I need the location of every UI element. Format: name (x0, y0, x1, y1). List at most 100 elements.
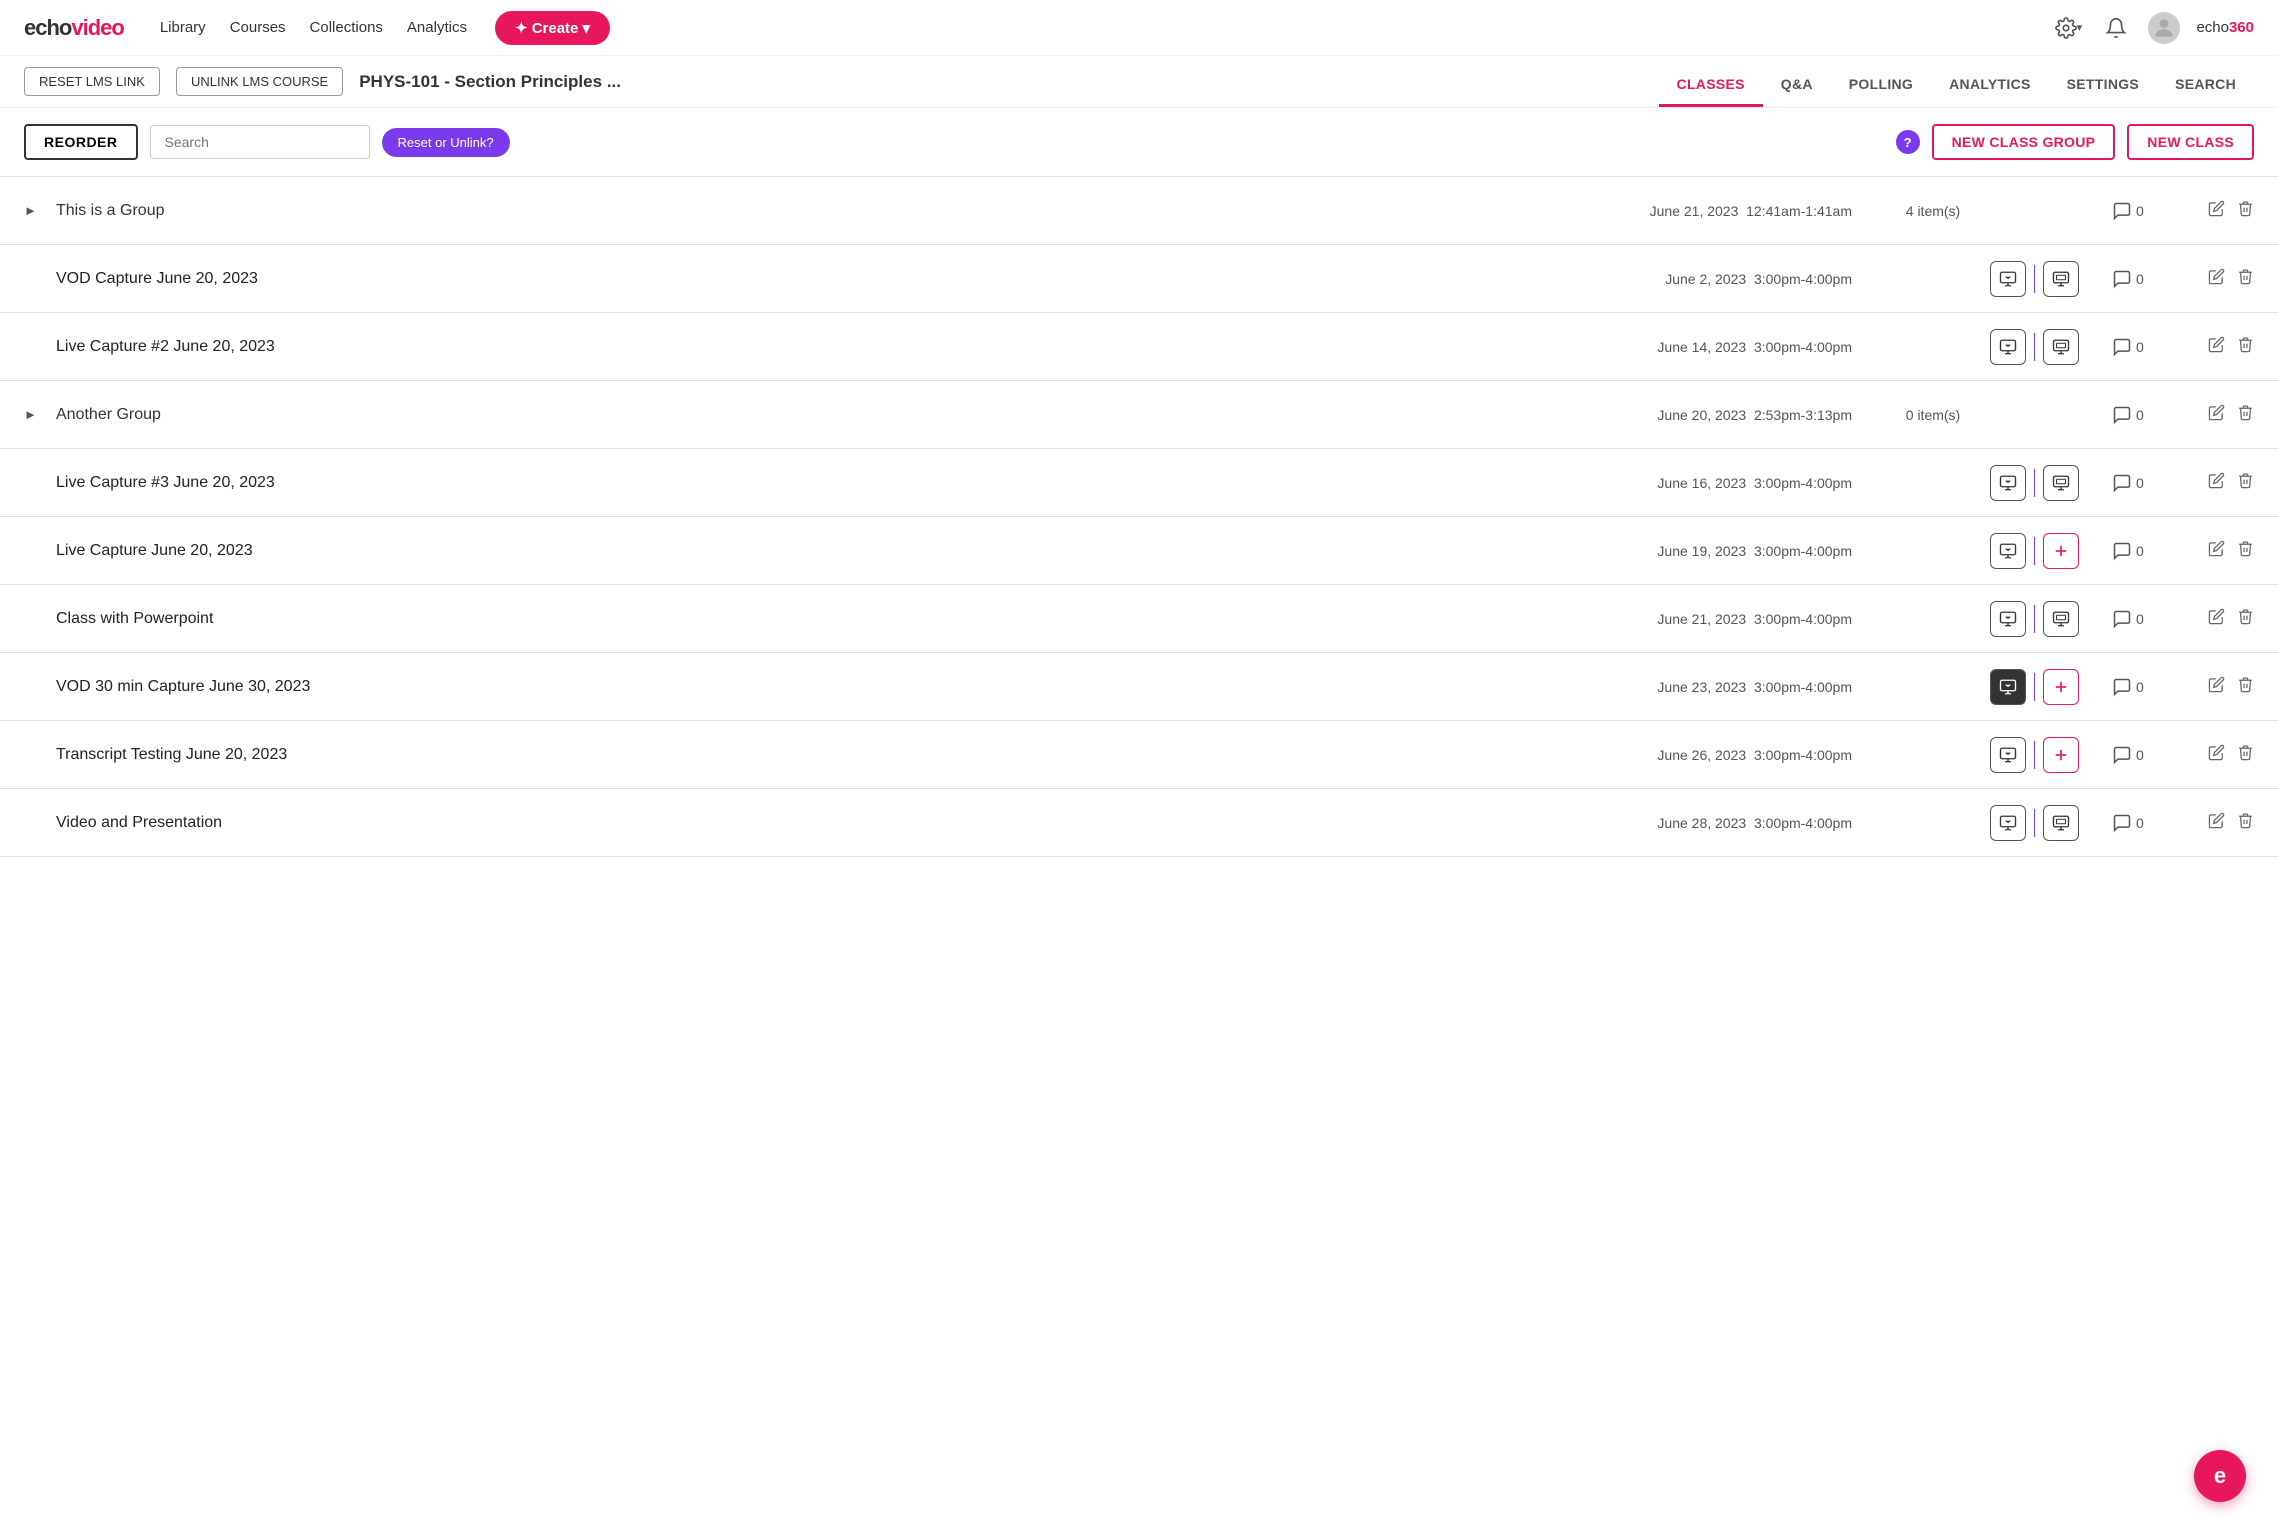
plus-icon[interactable] (2043, 737, 2079, 773)
comment-count[interactable]: 0 (2112, 337, 2172, 357)
echo-brand: echo360 (2196, 19, 2254, 36)
reorder-button[interactable]: REORDER (24, 124, 138, 160)
class-icons (1990, 329, 2100, 365)
edit-icon[interactable] (2208, 472, 2225, 494)
new-class-button[interactable]: NEW CLASS (2127, 124, 2254, 160)
delete-icon[interactable] (2237, 744, 2254, 766)
edit-icon[interactable] (2208, 540, 2225, 562)
tab-classes[interactable]: CLASSES (1659, 62, 1763, 107)
edit-icon[interactable] (2208, 608, 2225, 630)
reset-lms-button[interactable]: RESET LMS LINK (24, 67, 160, 96)
tab-analytics[interactable]: ANALYTICS (1931, 62, 2049, 107)
capture-icon[interactable] (1990, 805, 2026, 841)
icon-separator (2034, 809, 2035, 837)
nav-analytics[interactable]: Analytics (407, 19, 467, 36)
edit-icon[interactable] (2208, 676, 2225, 698)
class-row: ► Live Capture #3 June 20, 2023 June 16,… (0, 449, 2278, 517)
plus-icon[interactable] (2043, 669, 2079, 705)
comment-count[interactable]: 0 (2112, 609, 2172, 629)
nav-library[interactable]: Library (160, 19, 206, 36)
tab-qa[interactable]: Q&A (1763, 62, 1831, 107)
edit-icon[interactable] (2208, 404, 2225, 426)
class-row: ► VOD 30 min Capture June 30, 2023 June … (0, 653, 2278, 721)
capture-icon[interactable] (1990, 601, 2026, 637)
logo-video: video (71, 15, 123, 40)
delete-icon[interactable] (2237, 540, 2254, 562)
capture-icon[interactable] (1990, 669, 2026, 705)
delete-icon[interactable] (2237, 812, 2254, 834)
nav-courses[interactable]: Courses (230, 19, 286, 36)
delete-icon[interactable] (2237, 676, 2254, 698)
class-name: Transcript Testing June 20, 2023 (56, 746, 1634, 764)
class-name[interactable]: Another Group (56, 406, 1634, 424)
comment-count[interactable]: 0 (2112, 745, 2172, 765)
help-icon[interactable]: ? (1896, 130, 1920, 154)
delete-icon[interactable] (2237, 404, 2254, 426)
logo: echovideo (24, 15, 124, 41)
comment-number: 0 (2136, 407, 2144, 423)
screen-icon[interactable] (2043, 601, 2079, 637)
screen-icon[interactable] (2043, 465, 2079, 501)
row-actions (2184, 540, 2254, 562)
comment-count[interactable]: 0 (2112, 201, 2172, 221)
screen-icon[interactable] (2043, 329, 2079, 365)
delete-icon[interactable] (2237, 608, 2254, 630)
edit-icon[interactable] (2208, 268, 2225, 290)
screen-icon[interactable] (2043, 261, 2079, 297)
group-chevron[interactable]: ► (24, 407, 44, 422)
capture-icon[interactable] (1990, 261, 2026, 297)
unlink-lms-button[interactable]: UNLINK LMS COURSE (176, 67, 343, 96)
edit-icon[interactable] (2208, 812, 2225, 834)
reset-unlink-button[interactable]: Reset or Unlink? (382, 128, 510, 157)
group-chevron[interactable]: ► (24, 203, 44, 218)
tab-polling[interactable]: POLLING (1831, 62, 1931, 107)
fab-button[interactable]: e (2194, 1450, 2246, 1502)
comment-count[interactable]: 0 (2112, 473, 2172, 493)
create-button[interactable]: ✦ Create ▾ (495, 11, 610, 45)
nav-links: Library Courses Collections Analytics (160, 19, 467, 36)
tab-search[interactable]: SEARCH (2157, 62, 2254, 107)
capture-icon[interactable] (1990, 737, 2026, 773)
course-header: RESET LMS LINK UNLINK LMS COURSE PHYS-10… (0, 56, 2278, 108)
group-item-count: 4 item(s) (1888, 203, 1978, 219)
class-row: ► Live Capture #2 June 20, 2023 June 14,… (0, 313, 2278, 381)
new-class-group-button[interactable]: NEW CLASS GROUP (1932, 124, 2116, 160)
class-date: June 21, 2023 3:00pm-4:00pm (1646, 611, 1876, 627)
icon-separator (2034, 265, 2035, 293)
edit-icon[interactable] (2208, 336, 2225, 358)
delete-icon[interactable] (2237, 336, 2254, 358)
edit-icon[interactable] (2208, 200, 2225, 222)
class-icons (1990, 805, 2100, 841)
comment-count[interactable]: 0 (2112, 405, 2172, 425)
nav-collections[interactable]: Collections (310, 19, 383, 36)
delete-icon[interactable] (2237, 268, 2254, 290)
capture-icon[interactable] (1990, 533, 2026, 569)
group-item-count: 0 item(s) (1888, 407, 1978, 423)
notification-icon[interactable] (2100, 12, 2132, 44)
comment-count[interactable]: 0 (2112, 541, 2172, 561)
row-actions (2184, 812, 2254, 834)
class-name: Live Capture #3 June 20, 2023 (56, 474, 1634, 492)
edit-icon[interactable] (2208, 744, 2225, 766)
class-row: ► This is a Group June 21, 2023 12:41am-… (0, 177, 2278, 245)
capture-icon[interactable] (1990, 329, 2026, 365)
avatar[interactable] (2148, 12, 2180, 44)
comment-number: 0 (2136, 815, 2144, 831)
search-input[interactable] (150, 125, 370, 159)
course-title: PHYS-101 - Section Principles ... (359, 72, 1642, 92)
settings-icon[interactable]: ▾ (2052, 12, 2084, 44)
class-icons (1990, 669, 2100, 705)
comment-count[interactable]: 0 (2112, 269, 2172, 289)
capture-icon[interactable] (1990, 465, 2026, 501)
plus-icon[interactable] (2043, 533, 2079, 569)
delete-icon[interactable] (2237, 200, 2254, 222)
delete-icon[interactable] (2237, 472, 2254, 494)
icon-separator (2034, 605, 2035, 633)
comment-count[interactable]: 0 (2112, 813, 2172, 833)
class-name[interactable]: This is a Group (56, 202, 1634, 220)
tab-settings[interactable]: SETTINGS (2049, 62, 2157, 107)
class-name: Live Capture June 20, 2023 (56, 542, 1634, 560)
comment-count[interactable]: 0 (2112, 677, 2172, 697)
row-actions (2184, 268, 2254, 290)
screen-icon[interactable] (2043, 805, 2079, 841)
